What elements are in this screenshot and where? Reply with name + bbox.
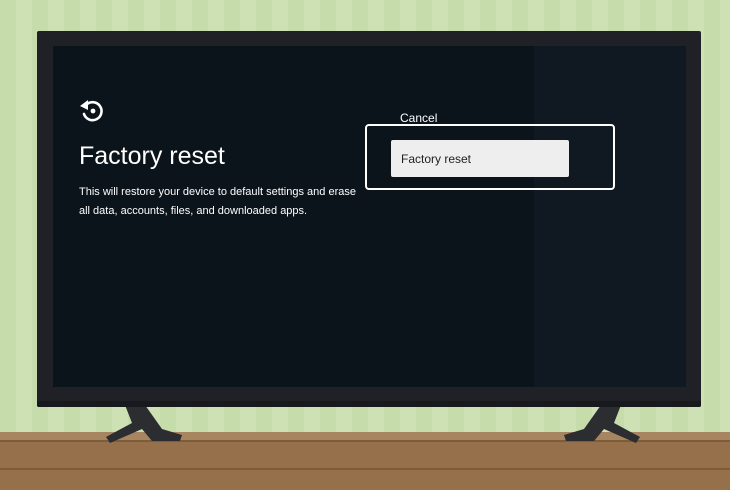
- reset-description: This will restore your device to default…: [79, 186, 356, 217]
- page-title: Factory reset: [79, 142, 225, 170]
- tv-scene: Factory reset This will restore your dev…: [0, 0, 730, 490]
- tv-stand-left: [106, 405, 182, 443]
- factory-reset-button[interactable]: Factory reset: [391, 140, 569, 177]
- tv-stand-right: [564, 405, 640, 443]
- cancel-button[interactable]: Cancel: [400, 111, 437, 125]
- screen-right-panel: [534, 46, 686, 387]
- reset-icon: [80, 100, 103, 122]
- tv-screen: Factory reset This will restore your dev…: [53, 46, 686, 387]
- console-edge: [0, 468, 730, 470]
- focus-highlight: Factory reset: [365, 124, 615, 190]
